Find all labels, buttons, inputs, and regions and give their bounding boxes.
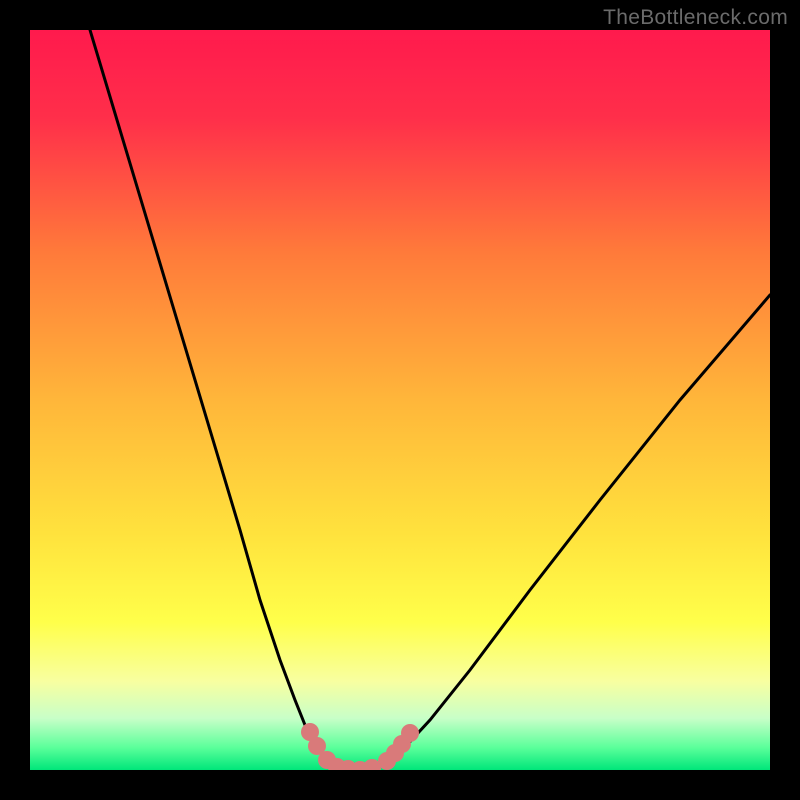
- plot-area: [30, 30, 770, 770]
- watermark-text: TheBottleneck.com: [603, 6, 788, 30]
- gradient-background: [30, 30, 770, 770]
- marker-point: [401, 724, 419, 742]
- chart-frame: TheBottleneck.com: [0, 0, 800, 800]
- chart-svg: [30, 30, 770, 770]
